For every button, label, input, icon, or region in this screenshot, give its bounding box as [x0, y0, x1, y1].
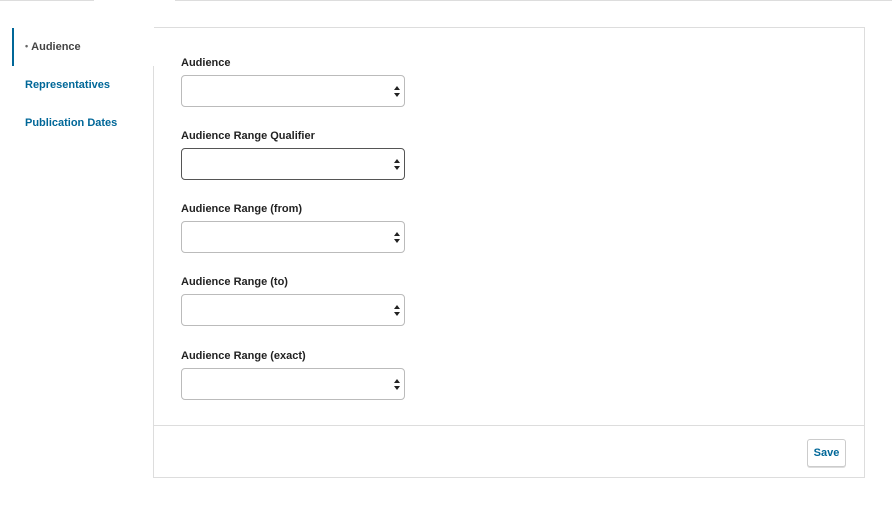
select-arrows-icon [394, 232, 400, 243]
sidebar-item-label: Publication Dates [25, 117, 118, 129]
audience-range-qualifier-select[interactable] [181, 148, 405, 180]
audience-range-to-label: Audience Range (to) [181, 276, 288, 288]
select-arrows-icon [394, 86, 400, 97]
audience-form-panel: Audience Audience Range Qualifier Audien… [153, 27, 865, 478]
select-arrows-icon [394, 379, 400, 390]
audience-range-from-label: Audience Range (from) [181, 203, 303, 215]
select-arrows-icon [394, 159, 400, 170]
audience-label: Audience [181, 57, 231, 69]
sidebar-item-label: Audience [31, 41, 81, 53]
save-button[interactable]: Save [807, 439, 846, 467]
audience-range-from-field-group: Audience Range (from) [181, 201, 405, 253]
active-dot-icon: • [25, 41, 29, 51]
audience-range-from-select[interactable] [181, 221, 405, 253]
form-footer: Save [154, 425, 864, 478]
select-arrows-icon [394, 305, 400, 316]
audience-range-exact-select[interactable] [181, 368, 405, 400]
panel-tab-join [153, 27, 154, 65]
sidebar-item-representatives[interactable]: Representatives [12, 66, 154, 104]
sidebar-item-audience[interactable]: • Audience [12, 28, 154, 66]
audience-range-exact-field-group: Audience Range (exact) [181, 348, 405, 400]
sidebar-item-publication-dates[interactable]: Publication Dates [12, 104, 154, 142]
audience-select[interactable] [181, 75, 405, 107]
sidebar-item-label: Representatives [25, 79, 110, 91]
audience-field-group: Audience [181, 55, 405, 107]
top-tab-gap [94, 0, 175, 1]
sidebar-nav: • Audience Representatives Publication Da… [12, 28, 154, 142]
audience-range-exact-label: Audience Range (exact) [181, 350, 306, 362]
audience-range-qualifier-label: Audience Range Qualifier [181, 130, 315, 142]
audience-range-to-select[interactable] [181, 294, 405, 326]
audience-range-to-field-group: Audience Range (to) [181, 274, 405, 326]
audience-range-qualifier-field-group: Audience Range Qualifier [181, 128, 405, 180]
